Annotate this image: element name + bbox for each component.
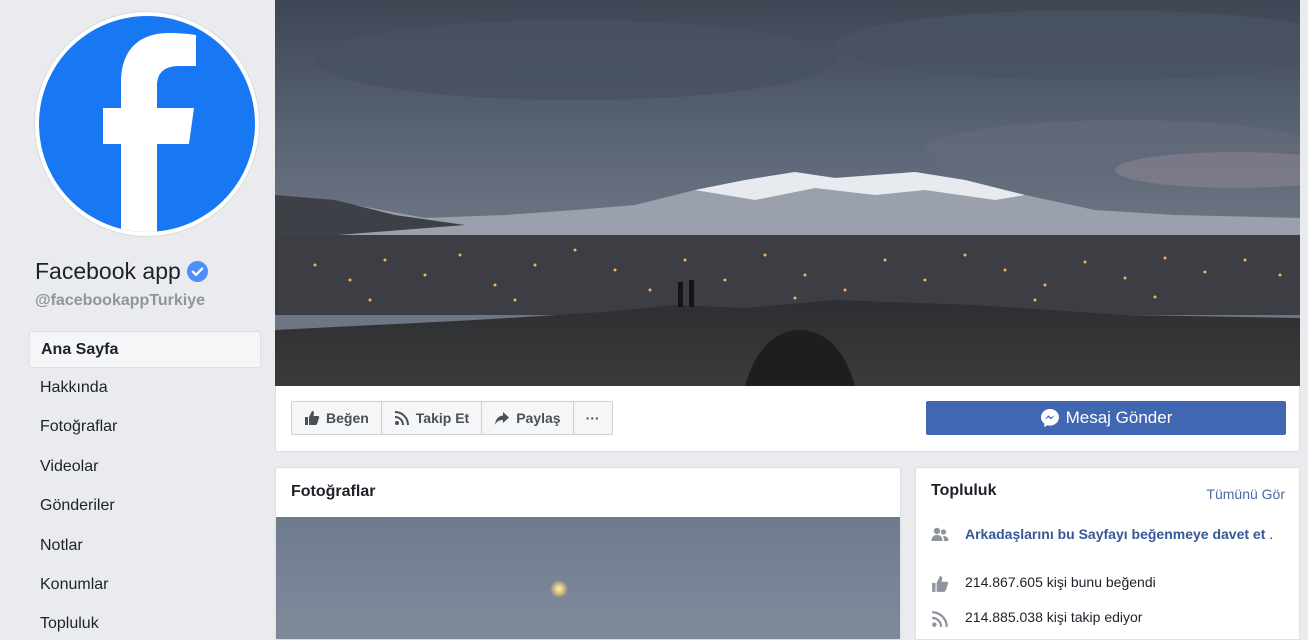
- nav-item-community[interactable]: Topluluk: [29, 604, 261, 640]
- more-options-icon: ···: [585, 410, 600, 426]
- page-name[interactable]: Facebook app: [35, 258, 208, 285]
- photos-card-title[interactable]: Fotoğraflar: [276, 468, 900, 516]
- nav-item-videos[interactable]: Videolar: [29, 447, 261, 486]
- cover-photo-image: [275, 0, 1300, 386]
- send-message-button[interactable]: Mesaj Gönder: [926, 401, 1286, 435]
- nav-item-about[interactable]: Hakkında: [29, 368, 261, 407]
- followers-count-text: 214.885.038 kişi takip ediyor: [965, 609, 1143, 625]
- photo-thumbnail[interactable]: [276, 517, 900, 639]
- nav-item-notes[interactable]: Notlar: [29, 526, 261, 565]
- like-button[interactable]: Beğen: [292, 402, 382, 434]
- page-sidebar: Facebook app @facebookappTurkiye Ana Say…: [0, 0, 275, 640]
- nav-item-locations[interactable]: Konumlar: [29, 565, 261, 604]
- nav-item-photos[interactable]: Fotoğraflar: [29, 407, 261, 446]
- like-button-label: Beğen: [326, 410, 369, 426]
- likes-count-text: 214.867.605 kişi bunu beğendi: [965, 574, 1156, 590]
- invite-friends-icon: [931, 527, 949, 541]
- follow-button-label: Takip Et: [415, 410, 470, 426]
- community-card-title: Topluluk: [931, 482, 997, 499]
- page-handle[interactable]: @facebookappTurkiye: [35, 292, 205, 310]
- more-options-button[interactable]: ···: [574, 402, 612, 434]
- see-all-link[interactable]: Tümünü Gör: [1206, 486, 1285, 502]
- share-button-label: Paylaş: [516, 410, 561, 426]
- photo-image: [550, 580, 568, 598]
- followers-count-row: 214.885.038 kişi takip ediyor: [931, 609, 1142, 628]
- page-action-bar: Beğen Takip Et Paylaş ··· Mesaj Gönder: [275, 386, 1300, 452]
- thumbs-up-icon: [305, 411, 320, 425]
- page-name-text[interactable]: Facebook app: [35, 258, 181, 285]
- thumbs-up-icon: [932, 576, 949, 592]
- nav-item-home[interactable]: Ana Sayfa: [29, 331, 261, 368]
- cover-photo[interactable]: [275, 0, 1300, 386]
- share-button[interactable]: Paylaş: [482, 402, 574, 434]
- send-message-label: Mesaj Gönder: [1065, 408, 1173, 427]
- profile-picture[interactable]: [35, 12, 259, 236]
- community-card: Topluluk Tümünü Gör Arkadaşlarını bu Say…: [915, 467, 1300, 640]
- nav-item-posts[interactable]: Gönderiler: [29, 486, 261, 525]
- verified-badge-icon: [186, 261, 208, 282]
- facebook-logo-icon: [39, 16, 255, 232]
- rss-follow-icon: [931, 611, 948, 628]
- messenger-icon: [1040, 409, 1059, 427]
- photos-card: Fotoğraflar: [275, 467, 901, 640]
- rss-follow-icon: [394, 411, 409, 426]
- invite-friends-suffix: .: [1269, 526, 1274, 542]
- page-nav: Ana Sayfa Hakkında Fotoğraflar Videolar …: [29, 331, 261, 640]
- follow-button[interactable]: Takip Et: [382, 402, 483, 434]
- share-arrow-icon: [495, 412, 510, 425]
- action-button-group: Beğen Takip Et Paylaş ···: [291, 401, 613, 435]
- invite-friends-row: Arkadaşlarını bu Sayfayı beğenmeye davet…: [931, 525, 1295, 544]
- invite-friends-link[interactable]: Arkadaşlarını bu Sayfayı beğenmeye davet…: [965, 526, 1265, 542]
- likes-count-row: 214.867.605 kişi bunu beğendi: [931, 574, 1156, 593]
